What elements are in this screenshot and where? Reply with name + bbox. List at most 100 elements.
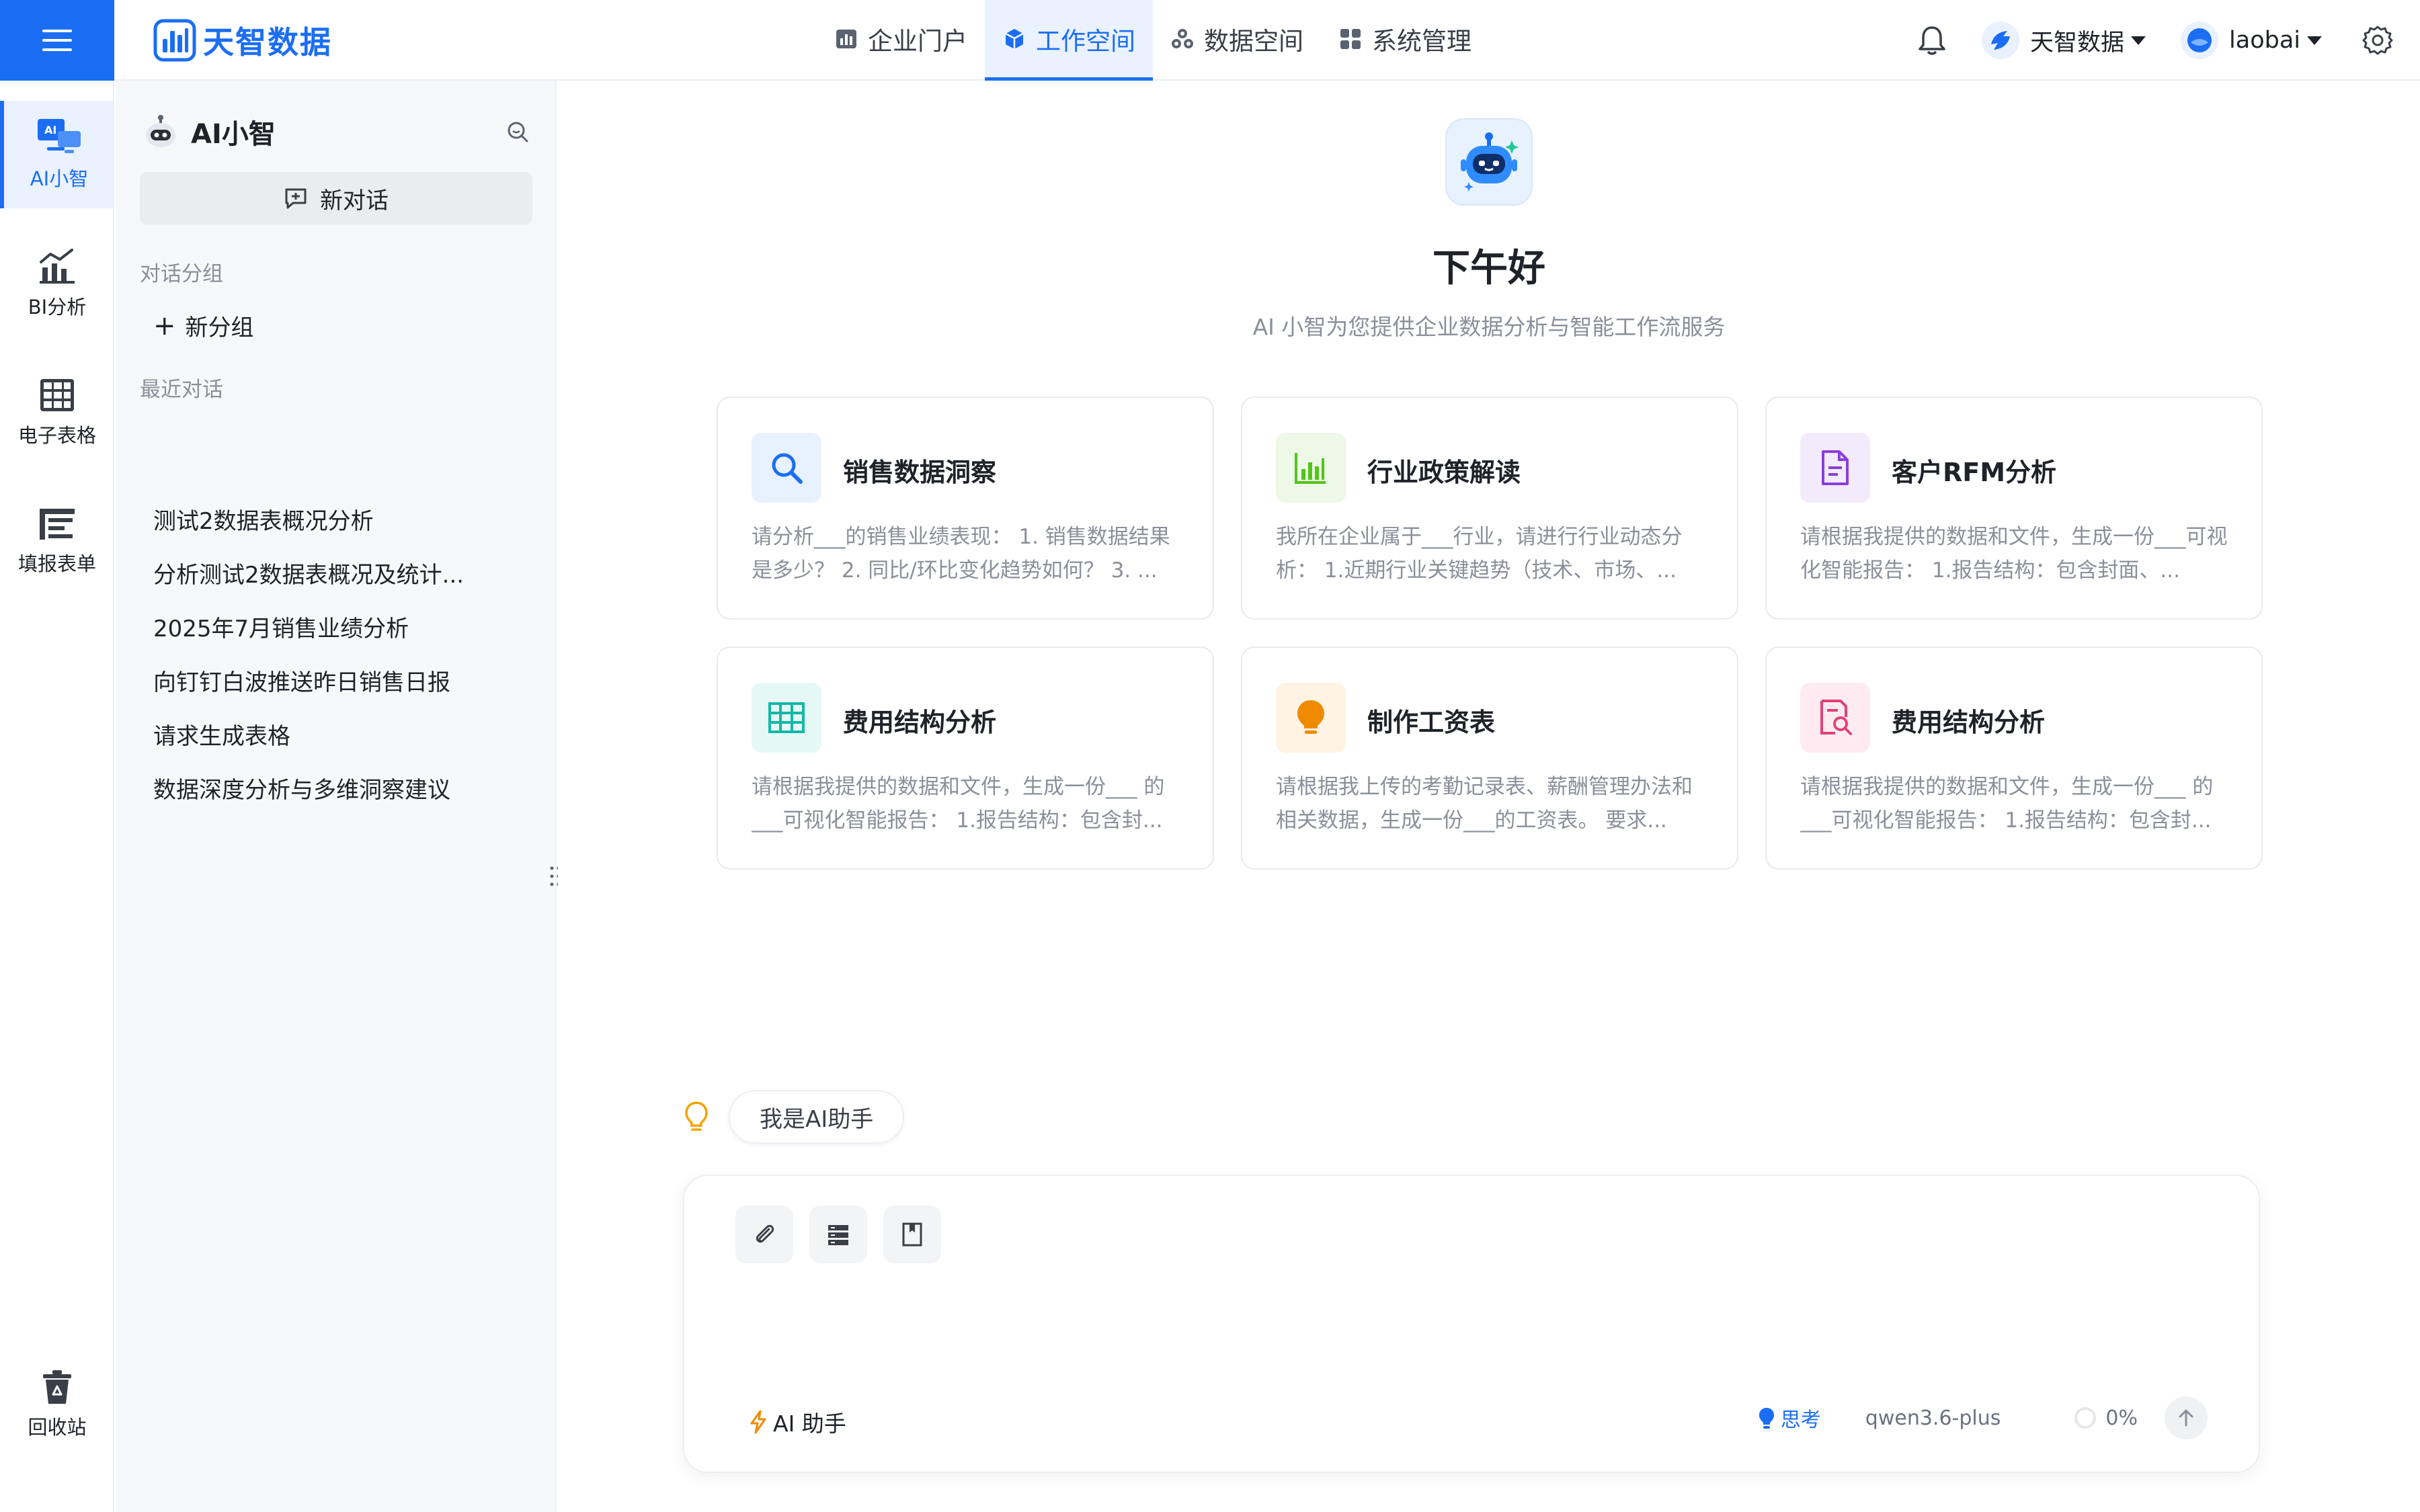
card-description: 请根据我提供的数据和文件，生成一份___ 的___可视化智能报告： 1.报告结构… <box>1800 775 2214 833</box>
card-title: 费用结构分析 <box>1892 708 2046 737</box>
rail-item-recycle-bin[interactable]: 回收站 <box>0 1351 114 1458</box>
prompt-card-payroll[interactable]: 制作工资表 请根据我上传的考勤记录表、薪酬管理办法和相关数据，生成一份___的工… <box>1241 646 1738 870</box>
card-description: 请根据我提供的数据和文件，生成一份___可视化智能报告： 1.报告结构：包含封面… <box>1800 525 2228 583</box>
card-description: 请根据我上传的考勤记录表、薪酬管理办法和相关数据，生成一份___的工资表。 要求… <box>1276 775 1693 833</box>
lightning-icon <box>750 1410 766 1434</box>
brand[interactable]: 天智数据 <box>153 17 332 63</box>
cube-icon <box>1005 28 1024 49</box>
prompt-card-sales-insight[interactable]: 销售数据洞察 请分析___的销售业绩表现： 1. 销售数据结果是多少？ 2. 同… <box>717 396 1214 620</box>
prompt-card-customer-rfm[interactable]: 客户RFM分析 请根据我提供的数据和文件，生成一份___可视化智能报告： 1.报… <box>1765 396 2263 620</box>
table-icon <box>40 379 74 411</box>
suggestion-chip[interactable]: 我是AI助手 <box>729 1090 905 1144</box>
recent-section-label: 最近对话 <box>140 378 223 402</box>
avatar <box>2181 22 2219 59</box>
context-usage-value: 0% <box>2105 1406 2138 1430</box>
search-icon <box>508 122 528 142</box>
main-nav: 企业门户 工作空间 数据空间 系统管理 <box>817 0 1489 81</box>
left-rail: AI AI小智 BI分析 电子表格 填报表单 回收站 <box>0 81 114 1512</box>
rail-label: 填报表单 <box>17 552 96 575</box>
rail-item-bi-analysis[interactable]: BI分析 <box>0 230 114 337</box>
notification-button[interactable] <box>1917 24 1947 56</box>
recent-conversation-list: 测试2数据表概况分析 分析测试2数据表概况及统计... 2025年7月销售业绩分… <box>153 495 530 817</box>
conversation-item[interactable]: 测试2数据表概况分析 <box>153 495 530 548</box>
menu-toggle-button[interactable] <box>0 0 114 81</box>
rail-label: 回收站 <box>28 1416 87 1439</box>
card-title: 客户RFM分析 <box>1892 458 2057 487</box>
rail-label: BI分析 <box>28 296 87 319</box>
chevron-down-icon <box>2131 36 2146 45</box>
conversation-item[interactable]: 分析测试2数据表概况及统计... <box>153 548 530 602</box>
gear-icon <box>2362 26 2393 55</box>
rail-item-spreadsheet[interactable]: 电子表格 <box>0 359 114 466</box>
assistant-mode-tag[interactable]: AI 助手 <box>749 1406 846 1438</box>
rail-item-fill-form[interactable]: 填报表单 <box>0 488 114 595</box>
think-label: 思考 <box>1780 1409 1821 1432</box>
context-usage: 0% <box>2074 1406 2138 1430</box>
hamburger-icon <box>42 30 72 51</box>
plus-icon: + <box>153 310 176 341</box>
lightbulb-icon <box>685 1101 708 1131</box>
knowledge-base-button[interactable] <box>883 1206 941 1263</box>
grid-icon <box>1340 28 1361 49</box>
card-title: 行业政策解读 <box>1367 458 1521 487</box>
card-title: 制作工资表 <box>1367 708 1496 737</box>
nav-data-space[interactable]: 数据空间 <box>1153 0 1321 81</box>
chevron-down-icon <box>2307 36 2322 45</box>
recycle-bin-icon <box>43 1370 71 1404</box>
new-group-label: 新分组 <box>185 314 254 341</box>
nav-workspace[interactable]: 工作空间 <box>985 0 1153 81</box>
lightbulb-icon <box>1297 700 1324 734</box>
top-bar: 天智数据 企业门户 工作空间 数据空间 系统管理 天智数据 laobai <box>0 0 2420 81</box>
nav-label: 企业门户 <box>868 26 967 56</box>
card-icon-bg <box>752 683 821 753</box>
bar-chart-icon <box>1295 453 1326 484</box>
workspace-name: 天智数据 <box>2030 29 2125 56</box>
card-description: 请分析___的销售业绩表现： 1. 销售数据结果是多少？ 2. 同比/环比变化趋… <box>752 525 1170 583</box>
new-chat-button[interactable]: 新对话 <box>140 172 532 224</box>
nav-label: 工作空间 <box>1036 26 1135 56</box>
chat-composer[interactable]: AI 助手 思考 qwen3.6-plus 0% <box>683 1175 2260 1473</box>
model-selector[interactable]: qwen3.6-plus <box>1865 1406 2001 1430</box>
greeting-subtitle: AI 小智为您提供企业数据分析与智能工作流服务 <box>1252 314 1726 340</box>
attach-button[interactable] <box>735 1206 793 1263</box>
card-description: 请根据我提供的数据和文件，生成一份___ 的___可视化智能报告： 1.报告结构… <box>752 775 1165 833</box>
data-source-button[interactable] <box>809 1206 867 1263</box>
chart-icon <box>836 29 856 48</box>
nav-label: 系统管理 <box>1372 26 1471 56</box>
robot-icon <box>1461 132 1519 192</box>
card-title: 费用结构分析 <box>843 708 997 737</box>
form-icon <box>40 509 75 540</box>
conversation-item[interactable]: 请求生成表格 <box>153 710 530 763</box>
think-toggle[interactable]: 思考 <box>1758 1403 1821 1433</box>
main-content: 下午好 AI 小智为您提供企业数据分析与智能工作流服务 销售数据洞察 请分析__… <box>558 81 2420 1512</box>
bookmark-book-icon <box>902 1222 922 1247</box>
nav-system-admin[interactable]: 系统管理 <box>1321 0 1489 81</box>
new-group-button[interactable]: + 新分组 <box>153 309 254 342</box>
conversation-panel: AI小智 新对话 对话分组 + 新分组 最近对话 测试2数据表概况分析 分析测试… <box>116 81 561 1512</box>
conversation-item[interactable]: 2025年7月销售业绩分析 <box>153 602 530 656</box>
workspace-switcher[interactable]: 天智数据 <box>1982 22 2146 59</box>
prompt-card-industry-policy[interactable]: 行业政策解读 我所在企业属于___行业，请进行行业动态分析： 1.近期行业关键趋… <box>1241 396 1738 620</box>
rail-label: AI小智 <box>30 167 89 190</box>
new-chat-icon <box>285 188 307 209</box>
prompt-card-cost-structure-2[interactable]: 费用结构分析 请根据我提供的数据和文件，生成一份___ 的___可视化智能报告：… <box>1765 646 2263 870</box>
nav-enterprise-portal[interactable]: 企业门户 <box>817 0 985 81</box>
search-icon <box>772 453 803 484</box>
conversation-item[interactable]: 数据深度分析与多维洞察建议 <box>153 763 530 817</box>
prompt-card-cost-structure[interactable]: 费用结构分析 请根据我提供的数据和文件，生成一份___ 的___可视化智能报告：… <box>717 646 1214 870</box>
bell-icon <box>1919 26 1945 55</box>
send-button[interactable] <box>2165 1396 2208 1439</box>
assistant-avatar <box>1445 118 1533 206</box>
bar-chart-icon <box>40 249 75 284</box>
settings-button[interactable] <box>2362 25 2393 56</box>
user-menu[interactable]: laobai <box>2181 22 2322 59</box>
paperclip-icon <box>756 1224 774 1243</box>
robot-icon <box>146 115 175 147</box>
conversation-item[interactable]: 向钉钉白波推送昨日销售日报 <box>153 656 530 710</box>
panel-title: AI小智 <box>191 119 276 150</box>
rail-label: 电子表格 <box>17 424 96 447</box>
username: laobai <box>2229 27 2300 54</box>
rail-item-ai-assistant[interactable]: AI AI小智 <box>0 101 114 208</box>
conversation-search-button[interactable] <box>506 120 530 146</box>
lightbulb-icon <box>1759 1408 1774 1429</box>
